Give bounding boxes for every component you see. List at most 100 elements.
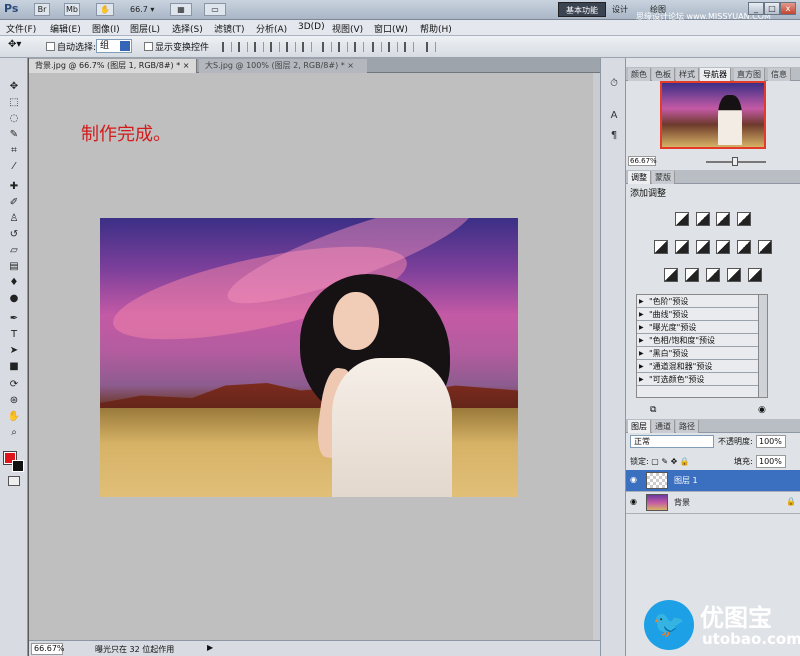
navigator-zoom-slider-handle[interactable]	[732, 157, 738, 166]
navigator-thumbnail[interactable]	[660, 81, 766, 149]
opacity-input[interactable]: 100%	[756, 435, 786, 448]
minimize-button[interactable]: _	[748, 2, 764, 15]
3d-rotate-tool-icon[interactable]: ⟳	[6, 378, 22, 391]
levels-icon[interactable]	[695, 212, 710, 226]
history-brush-tool-icon[interactable]: ↺	[6, 228, 22, 241]
menu-help[interactable]: 帮助(H)	[420, 22, 452, 35]
distribute-left-icon[interactable]	[372, 42, 382, 52]
3d-orbit-tool-icon[interactable]: ⊛	[6, 394, 22, 407]
quick-mask-icon[interactable]	[8, 476, 20, 486]
close-button[interactable]: x	[780, 2, 796, 15]
healing-brush-tool-icon[interactable]: ✚	[6, 180, 22, 193]
auto-align-icon[interactable]	[426, 42, 436, 52]
checkbox-box[interactable]	[144, 42, 153, 51]
tab-masks[interactable]: 蒙版	[652, 171, 675, 184]
status-zoom-field[interactable]: 66.67%	[31, 643, 65, 655]
crop-tool-icon[interactable]: ⌗	[6, 144, 22, 157]
tab-styles[interactable]: 样式	[676, 68, 699, 81]
eye-icon[interactable]: ◉	[630, 476, 640, 484]
preset-black-white[interactable]: "黑白"预设	[637, 347, 767, 360]
gradient-map-icon[interactable]	[726, 268, 741, 282]
tab-layers[interactable]: 图层	[628, 420, 651, 433]
navigator-zoom-field[interactable]: 66.67%	[628, 156, 657, 166]
align-left-icon[interactable]	[270, 42, 280, 52]
presets-scrollbar[interactable]	[758, 294, 768, 398]
exposure-icon[interactable]	[737, 212, 752, 226]
menu-3d[interactable]: 3D(D)	[298, 22, 325, 32]
tab-info[interactable]: 信息	[768, 68, 791, 81]
menu-image[interactable]: 图像(I)	[92, 22, 120, 35]
character-panel-icon[interactable]: A	[607, 110, 621, 124]
curves-icon[interactable]	[716, 212, 731, 226]
preset-levels[interactable]: "色阶"预设	[637, 295, 767, 308]
color-balance-icon[interactable]	[695, 240, 710, 254]
zoom-tool-icon[interactable]: ⌕	[6, 426, 22, 439]
menu-window[interactable]: 窗口(W)	[374, 22, 408, 35]
threshold-icon[interactable]	[706, 268, 720, 282]
posterize-icon[interactable]	[685, 268, 700, 282]
brush-tool-icon[interactable]: ✐	[6, 196, 22, 209]
hand-tool-icon[interactable]: ✋	[6, 410, 22, 423]
menu-filter[interactable]: 滤镜(T)	[214, 22, 245, 35]
selective-color-icon[interactable]	[747, 268, 762, 282]
menu-select[interactable]: 选择(S)	[172, 22, 203, 35]
image-canvas[interactable]	[100, 218, 518, 497]
blend-mode-select[interactable]: 正常	[630, 435, 714, 448]
background-color-swatch[interactable]	[12, 460, 24, 472]
tab-close-icon[interactable]: ×	[183, 61, 190, 70]
menu-view[interactable]: 视图(V)	[332, 22, 363, 35]
pen-tool-icon[interactable]: ✒	[6, 312, 22, 325]
menu-analysis[interactable]: 分析(A)	[256, 22, 287, 35]
tab-swatches[interactable]: 色板	[652, 68, 675, 81]
align-bottom-icon[interactable]	[254, 42, 264, 52]
auto-select-target-select[interactable]: 组	[96, 39, 132, 53]
tab-paths[interactable]: 路径	[676, 420, 699, 433]
workspace-essentials-button[interactable]: 基本功能	[558, 2, 606, 17]
channel-mixer-icon[interactable]	[758, 240, 773, 254]
workspace-design-button[interactable]: 设计	[612, 4, 628, 15]
preset-hue-saturation[interactable]: "色相/饱和度"预设	[637, 334, 767, 347]
eraser-tool-icon[interactable]: ▱	[6, 244, 22, 257]
history-panel-icon[interactable]: ⏱	[607, 78, 621, 92]
layer-row-layer1[interactable]: ◉ 图层 1	[626, 470, 800, 492]
eye-icon[interactable]: ◉	[630, 498, 640, 506]
status-menu-arrow-icon[interactable]: ▶	[207, 643, 213, 652]
dodge-tool-icon[interactable]: ●	[6, 292, 22, 305]
type-tool-icon[interactable]: T	[6, 328, 22, 341]
lasso-tool-icon[interactable]: ◌	[6, 112, 22, 125]
distribute-hcenter-icon[interactable]	[388, 42, 398, 52]
hue-saturation-icon[interactable]	[674, 240, 689, 254]
black-white-icon[interactable]	[716, 240, 731, 254]
panel-options-icon[interactable]: ◉	[758, 405, 766, 415]
fill-input[interactable]: 100%	[756, 455, 786, 468]
tab-close-icon[interactable]: ×	[347, 61, 354, 70]
blur-tool-icon[interactable]: ♦	[6, 276, 22, 289]
clone-stamp-tool-icon[interactable]: ♙	[6, 212, 22, 225]
mini-bridge-button[interactable]: Mb	[64, 3, 80, 16]
eyedropper-tool-icon[interactable]: ⁄	[6, 160, 22, 173]
vibrance-icon[interactable]	[653, 240, 668, 254]
checkbox-box[interactable]	[46, 42, 55, 51]
preset-selective-color[interactable]: "可选颜色"预设	[637, 373, 767, 386]
align-right-icon[interactable]	[302, 42, 312, 52]
shape-tool-icon[interactable]: ■	[6, 360, 22, 373]
move-tool-preset-icon[interactable]: ✥▾	[8, 39, 21, 50]
move-tool-icon[interactable]: ✥	[6, 80, 22, 93]
maximize-button[interactable]: □	[764, 2, 780, 15]
distribute-top-icon[interactable]	[322, 42, 332, 52]
tab-adjustments[interactable]: 调整	[628, 171, 651, 184]
tab-channels[interactable]: 通道	[652, 420, 675, 433]
show-transform-checkbox[interactable]: 显示变换控件	[144, 40, 209, 53]
gradient-tool-icon[interactable]: ▤	[6, 260, 22, 273]
invert-icon[interactable]	[664, 268, 679, 282]
align-vcenter-icon[interactable]	[238, 42, 248, 52]
align-hcenter-icon[interactable]	[286, 42, 296, 52]
layer-row-background[interactable]: ◉ 背景 🔒	[626, 492, 800, 514]
tab-background-jpg[interactable]: 背景.jpg @ 66.7% (图层 1, RGB/8#) * ×	[29, 59, 197, 73]
clip-layer-icon[interactable]: ⧉	[650, 405, 656, 415]
vertical-scrollbar[interactable]	[593, 73, 600, 640]
hand-tool-icon[interactable]: ✋	[96, 3, 114, 16]
distribute-right-icon[interactable]	[404, 42, 414, 52]
photo-filter-icon[interactable]	[737, 240, 752, 254]
brightness-icon[interactable]	[674, 212, 689, 226]
